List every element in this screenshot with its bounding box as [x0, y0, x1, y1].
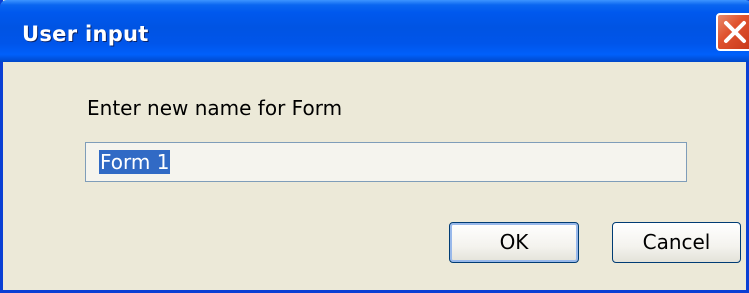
name-input[interactable]: Form 1 [85, 142, 687, 182]
prompt-label: Enter new name for Form [87, 96, 343, 120]
close-button[interactable] [716, 13, 749, 51]
title-bar[interactable]: User input [0, 0, 749, 62]
name-input-selected-text: Form 1 [99, 150, 171, 174]
close-icon [724, 21, 746, 43]
cancel-button[interactable]: Cancel [612, 222, 741, 263]
window-title: User input [22, 22, 149, 46]
ok-button[interactable]: OK [449, 222, 579, 263]
user-input-dialog: User input Enter new name for Form Form … [0, 0, 749, 293]
